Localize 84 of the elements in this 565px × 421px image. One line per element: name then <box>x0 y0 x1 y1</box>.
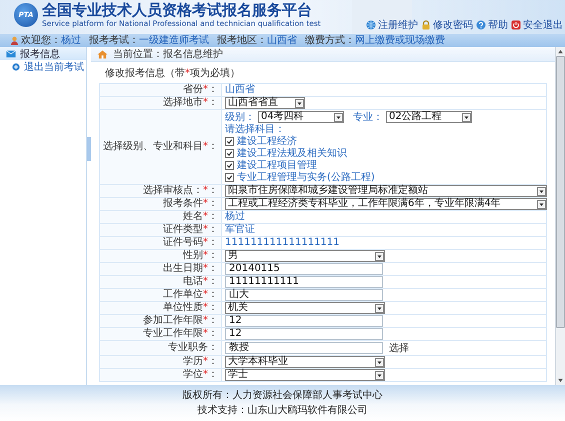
footer-text: 技术支持：山东山大鸥玛软件有限公司 <box>198 404 368 416</box>
status-text: 欢迎您：杨过 <box>21 34 81 46</box>
input-field[interactable]: 12 <box>225 328 383 340</box>
header-link[interactable]: 帮助 <box>476 18 508 32</box>
field-label: 报考条件*： <box>100 198 222 210</box>
checkbox-label: 建设工程项目管理 <box>237 158 317 172</box>
dropdown[interactable]: 阳泉市住房保障和城乡建设管理局标准定额站 <box>225 185 547 197</box>
header-link[interactable]: 注册维护 <box>366 18 418 32</box>
caret-icon <box>334 112 343 122</box>
subject-prompt: 请选择科目： <box>225 123 286 135</box>
help-icon <box>476 20 486 30</box>
field-label: 性别*： <box>100 250 222 262</box>
field-label: 选择审核点：*： <box>100 185 222 197</box>
envelope-icon <box>6 50 16 58</box>
caret-icon <box>537 200 546 208</box>
dropdown[interactable]: 男 <box>225 250 385 262</box>
input-field[interactable]: 12 <box>225 315 383 327</box>
user-icon <box>10 36 19 45</box>
caret-icon <box>462 112 471 122</box>
field-value: 杨过 <box>225 211 245 223</box>
grade-label: 级别： <box>225 111 255 124</box>
globe-icon <box>366 20 376 30</box>
input-field[interactable]: 山大 <box>225 289 383 301</box>
site-title: 全国专业技术人员资格考试报名服务平台 <box>42 2 313 19</box>
caret-icon <box>375 358 384 366</box>
caret-icon <box>375 370 384 380</box>
checkbox[interactable] <box>225 172 234 182</box>
field-label: 专业职务： <box>100 341 222 355</box>
field-value: 山西省 <box>225 84 255 96</box>
breadcrumb: 当前位置：报名信息维护 <box>113 48 223 61</box>
field-label: 选择地市*： <box>100 97 222 109</box>
caret-icon <box>295 98 304 108</box>
form-title: 修改报考信息（带*项为必填） <box>105 68 241 80</box>
select-link[interactable]: 选择 <box>389 341 409 355</box>
caret-icon <box>375 252 384 260</box>
field-label: 出生日期*： <box>100 263 222 275</box>
field-label: 学历*： <box>100 356 222 368</box>
header-link[interactable]: 修改密码 <box>421 18 473 32</box>
major-label: 专业： <box>353 110 383 124</box>
dropdown[interactable]: 学士 <box>225 369 385 381</box>
scrollbar-thumb[interactable] <box>556 56 565 328</box>
field-label: 专业工作年限*： <box>100 328 222 340</box>
input-field[interactable]: 20140115 <box>225 263 383 275</box>
field-label: 证件号码*： <box>100 237 222 249</box>
footer-text: 版权所有：人力资源社会保障部人事考试中心 <box>182 390 382 402</box>
checkbox[interactable] <box>225 136 234 146</box>
field-label: 姓名*： <box>100 211 222 223</box>
status-text: 报考地区：山西省 <box>217 34 297 46</box>
sidebar-item[interactable]: 退出当前考试 <box>0 60 86 73</box>
dropdown[interactable]: 04考四科 <box>258 111 344 123</box>
lock-icon <box>421 20 431 30</box>
dropdown[interactable]: 02公路工程 <box>386 111 472 123</box>
dropdown[interactable]: 山西省省直 <box>225 97 305 109</box>
field-label: 工作单位*： <box>100 289 222 301</box>
field-label: 证件类型*： <box>100 224 222 236</box>
field-label: 电话*： <box>100 276 222 288</box>
checkbox[interactable] <box>225 148 234 158</box>
checkbox-label: 建设工程经济 <box>237 134 297 148</box>
checkbox[interactable] <box>225 160 234 170</box>
field-value: 111111111111111111 <box>225 237 340 249</box>
collapse-handle[interactable] <box>87 137 91 161</box>
checkbox-label: 专业工程管理与实务(公路工程) <box>237 170 375 184</box>
caret-icon <box>375 304 384 312</box>
caret-icon <box>537 186 546 196</box>
field-label: 省份*： <box>100 84 222 96</box>
home-icon <box>97 50 108 58</box>
input-field[interactable]: 教授 <box>225 342 383 354</box>
input-field[interactable]: 11111111111 <box>225 276 383 288</box>
status-text: 缴费方式：网上缴费或现场缴费 <box>305 34 445 46</box>
power-icon <box>511 20 521 30</box>
dropdown[interactable]: 工程或工程经济类专科毕业，工作年限满6年，专业年限满4年 <box>225 198 547 210</box>
header-link[interactable]: 安全退出 <box>511 18 563 32</box>
field-value: 军官证 <box>225 224 255 236</box>
status-text: 报考考试：一级建造师考试 <box>89 34 209 46</box>
field-label: 学位*： <box>100 369 222 381</box>
field-label: 参加工作年限*： <box>100 315 222 327</box>
dropdown[interactable]: 大学本科毕业 <box>225 356 385 368</box>
sidebar-header[interactable]: 报考信息 <box>0 47 86 60</box>
plus-circle-icon <box>12 62 20 70</box>
field-label: 选择级别、专业和科目*： <box>100 110 222 184</box>
dropdown[interactable]: 机关 <box>225 302 385 314</box>
scrollbar[interactable] <box>555 47 565 385</box>
field-label: 单位性质*： <box>100 302 222 314</box>
checkbox-label: 建设工程法规及相关知识 <box>237 146 347 160</box>
